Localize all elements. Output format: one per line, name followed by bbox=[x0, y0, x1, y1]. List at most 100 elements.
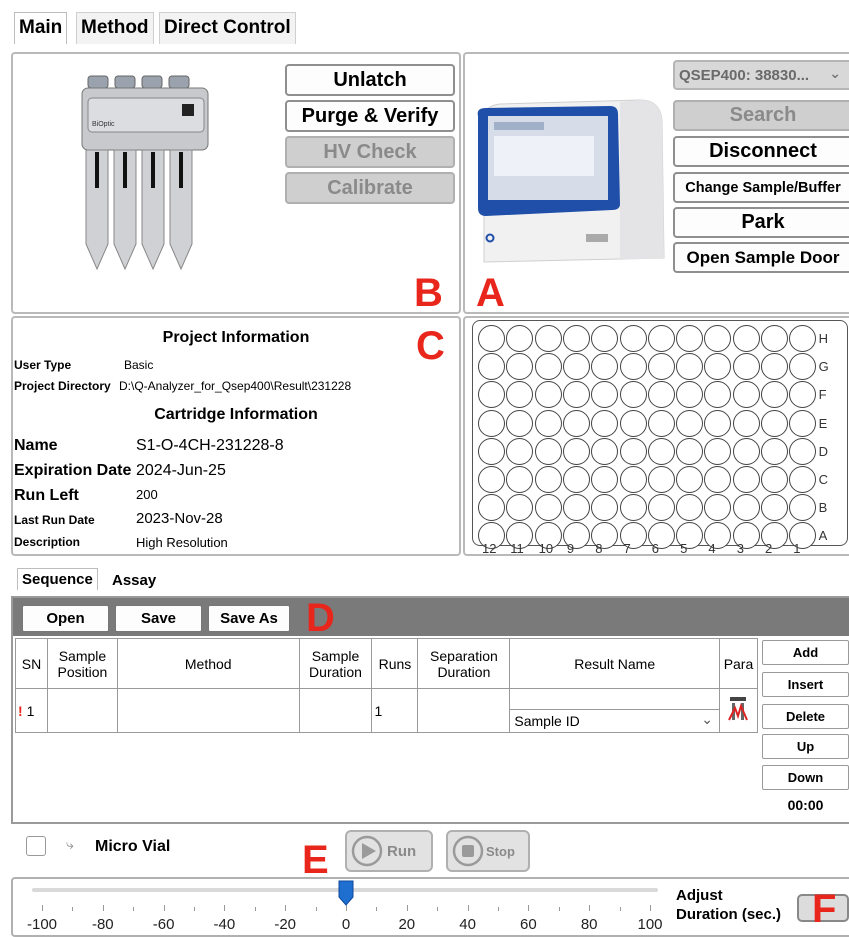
plate-well[interactable] bbox=[761, 353, 788, 381]
plate-well[interactable] bbox=[619, 466, 647, 493]
plate-well[interactable] bbox=[761, 466, 788, 493]
plate-well[interactable] bbox=[591, 437, 619, 465]
plate-well[interactable] bbox=[562, 409, 590, 437]
result-name-input[interactable] bbox=[510, 689, 719, 710]
plate-well[interactable] bbox=[534, 466, 562, 493]
plate-well[interactable] bbox=[506, 409, 534, 437]
change-sample-buffer-button[interactable]: Change Sample/Buffer bbox=[673, 172, 849, 203]
plate-well[interactable] bbox=[676, 325, 704, 352]
cell-para[interactable] bbox=[718, 688, 759, 733]
insert-button[interactable]: Insert bbox=[762, 672, 849, 697]
plate-well[interactable] bbox=[732, 437, 760, 465]
plate-well[interactable] bbox=[676, 466, 704, 493]
plate-well[interactable] bbox=[534, 325, 562, 352]
cell-method[interactable] bbox=[116, 688, 300, 733]
plate-well[interactable] bbox=[732, 381, 760, 409]
cell-result-name[interactable]: Sample ID ⌄ bbox=[509, 688, 720, 733]
tab-direct-control[interactable]: Direct Control bbox=[159, 12, 296, 44]
plate-well[interactable] bbox=[647, 353, 675, 381]
parameter-icon[interactable] bbox=[727, 696, 749, 722]
plate-well[interactable] bbox=[647, 325, 675, 352]
plate-well[interactable] bbox=[534, 494, 562, 522]
plate-well[interactable] bbox=[478, 325, 505, 352]
plate-col-label: 7 bbox=[623, 540, 631, 556]
plate-well[interactable] bbox=[761, 437, 788, 465]
plate-well[interactable] bbox=[591, 466, 619, 493]
tab-sequence[interactable]: Sequence bbox=[17, 568, 98, 590]
plate-well[interactable] bbox=[704, 437, 732, 465]
save-button[interactable]: Save bbox=[115, 605, 202, 632]
plate-well[interactable] bbox=[562, 353, 590, 381]
plate-well[interactable] bbox=[478, 437, 505, 465]
plate-well[interactable] bbox=[761, 325, 788, 352]
plate-well[interactable] bbox=[732, 494, 760, 522]
plate-well[interactable] bbox=[789, 437, 817, 465]
save-as-button[interactable]: Save As bbox=[208, 605, 290, 632]
cell-sample-position[interactable] bbox=[46, 688, 118, 733]
tab-main[interactable]: Main bbox=[14, 12, 68, 44]
unlatch-button[interactable]: Unlatch bbox=[285, 64, 455, 96]
plate-well[interactable] bbox=[647, 494, 675, 522]
plate-well[interactable] bbox=[478, 409, 505, 437]
tab-method[interactable]: Method bbox=[76, 12, 154, 44]
plate-well[interactable] bbox=[647, 437, 675, 465]
plate-well[interactable] bbox=[478, 466, 505, 493]
disconnect-button[interactable]: Disconnect bbox=[673, 136, 849, 167]
micro-vial-checkbox[interactable] bbox=[26, 836, 46, 856]
plate-well[interactable] bbox=[562, 325, 590, 352]
plate-well[interactable] bbox=[647, 409, 675, 437]
down-button[interactable]: Down bbox=[762, 765, 849, 790]
plate-well[interactable] bbox=[647, 381, 675, 409]
plate-well[interactable] bbox=[534, 409, 562, 437]
plate-well[interactable] bbox=[478, 353, 505, 381]
calibrate-button[interactable]: Calibrate bbox=[285, 172, 455, 204]
open-button[interactable]: Open bbox=[22, 605, 109, 632]
plate-well[interactable] bbox=[619, 409, 647, 437]
plate-well[interactable] bbox=[676, 409, 704, 437]
plate-well[interactable] bbox=[562, 466, 590, 493]
plate-well[interactable] bbox=[506, 437, 534, 465]
tab-assay[interactable]: Assay bbox=[110, 570, 158, 591]
plate-well[interactable] bbox=[619, 437, 647, 465]
stop-button[interactable]: Stop bbox=[446, 830, 530, 872]
plate-well[interactable] bbox=[534, 437, 562, 465]
open-sample-door-button[interactable]: Open Sample Door bbox=[673, 242, 849, 273]
plate-well[interactable] bbox=[732, 325, 760, 352]
park-button[interactable]: Park bbox=[673, 207, 849, 238]
device-select[interactable]: QSEP400: 38830... ⌄ bbox=[673, 60, 849, 90]
run-button[interactable]: Run bbox=[345, 830, 433, 872]
delete-button[interactable]: Delete bbox=[762, 704, 849, 729]
plate-well[interactable] bbox=[761, 409, 788, 437]
plate-well[interactable] bbox=[761, 494, 788, 522]
plate-well[interactable] bbox=[478, 494, 505, 522]
cell-sample-duration[interactable] bbox=[298, 688, 373, 733]
plate-well[interactable] bbox=[591, 325, 619, 352]
annotation-letter-b: B bbox=[414, 271, 443, 315]
plate-well[interactable] bbox=[732, 466, 760, 493]
plate-well[interactable] bbox=[732, 353, 760, 381]
cell-runs[interactable]: 1 bbox=[371, 688, 419, 733]
up-button[interactable]: Up bbox=[762, 734, 849, 759]
purge-verify-button[interactable]: Purge & Verify bbox=[285, 100, 455, 132]
plate-well[interactable] bbox=[704, 409, 732, 437]
cell-separation-duration[interactable] bbox=[417, 688, 511, 733]
result-name-select[interactable]: Sample ID ⌄ bbox=[510, 710, 719, 732]
plate-well[interactable] bbox=[562, 494, 590, 522]
add-button[interactable]: Add bbox=[762, 640, 849, 665]
search-button[interactable]: Search bbox=[673, 100, 849, 131]
plate-well[interactable] bbox=[619, 381, 647, 409]
plate-well[interactable] bbox=[619, 494, 647, 522]
slider-thumb[interactable] bbox=[338, 880, 354, 906]
plate-well[interactable] bbox=[619, 325, 647, 352]
plate-well[interactable] bbox=[591, 409, 619, 437]
hv-check-button[interactable]: HV Check bbox=[285, 136, 455, 168]
table-row[interactable]: ! 1 1 Sample ID ⌄ bbox=[15, 688, 759, 733]
plate-well[interactable] bbox=[534, 381, 562, 409]
plate-well[interactable] bbox=[732, 409, 760, 437]
plate-well[interactable] bbox=[534, 353, 562, 381]
plate-well[interactable] bbox=[619, 353, 647, 381]
plate-well[interactable] bbox=[562, 437, 590, 465]
plate-well[interactable] bbox=[676, 437, 704, 465]
plate-well[interactable] bbox=[647, 466, 675, 493]
plate-well[interactable] bbox=[789, 409, 817, 437]
